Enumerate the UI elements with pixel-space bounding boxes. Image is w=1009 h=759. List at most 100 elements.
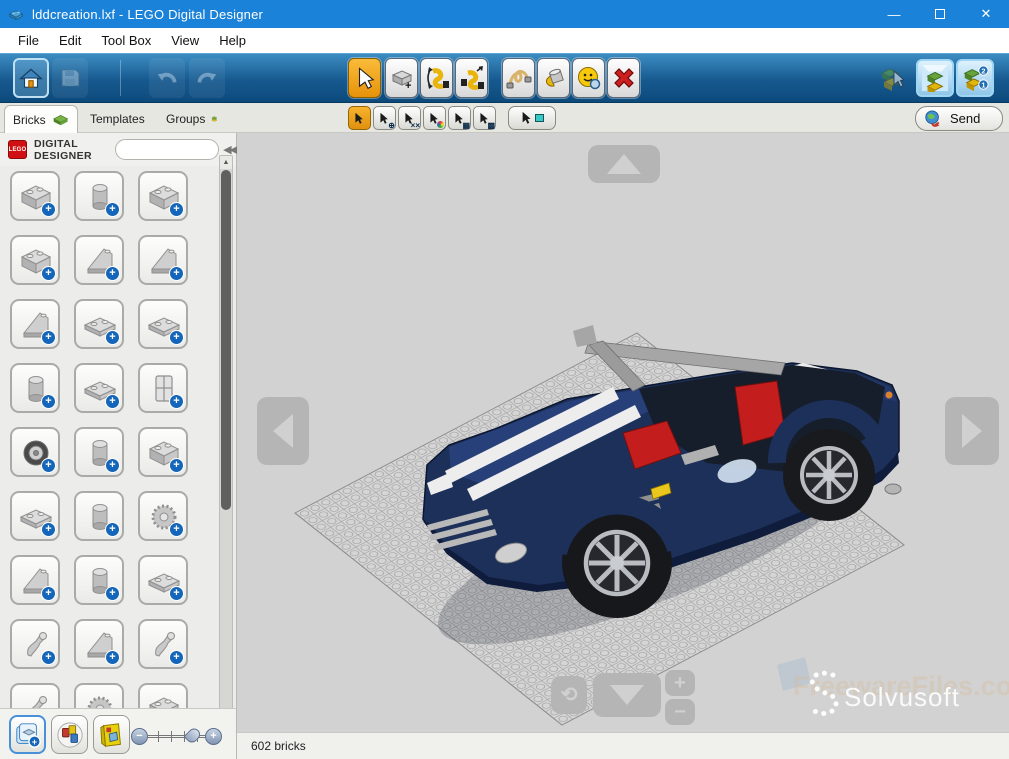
palette-small-plate[interactable]: + (74, 363, 124, 413)
add-brick-badge: + (105, 330, 120, 345)
pan-right-button[interactable] (945, 397, 999, 465)
add-brick-badge: + (41, 586, 56, 601)
palette-scrollbar[interactable]: ▲ ▼ (219, 155, 233, 727)
hide-tool-button[interactable] (572, 58, 605, 98)
palette-wrench-tool[interactable]: + (10, 619, 60, 669)
palette-wheel-tire[interactable]: + (10, 427, 60, 477)
color-select-button[interactable] (423, 106, 446, 130)
palette-headlight-brick[interactable]: + (138, 171, 188, 221)
icon-size-slider[interactable]: − + (131, 727, 227, 747)
brick-search-input[interactable] (115, 139, 219, 160)
shape-select-button[interactable]: ▦ (448, 106, 471, 130)
delete-tool-button[interactable] (607, 58, 640, 98)
palette-box-button[interactable] (93, 715, 130, 754)
palette-slope-brick-2x2[interactable]: + (74, 235, 124, 285)
palette-technic-liftarm[interactable]: + (10, 491, 60, 541)
up-arrow-icon (607, 154, 641, 174)
rotate-view-button[interactable]: ⟲ (551, 676, 587, 714)
palette-box-icon (98, 721, 126, 749)
add-brick-badge: + (41, 266, 56, 281)
palette-technic-beam[interactable]: + (138, 427, 188, 477)
home-icon (18, 65, 44, 91)
brick-filter-select-button[interactable] (508, 106, 556, 130)
hinge-align-tool-button[interactable] (455, 58, 488, 98)
palette-mudguard[interactable]: + (74, 619, 124, 669)
palette-mirror-round[interactable]: + (138, 619, 188, 669)
palette-robot-arm[interactable]: + (10, 683, 60, 708)
multi-select-button[interactable]: ×× (398, 106, 421, 130)
paint-tool-button[interactable] (537, 58, 570, 98)
select-tool-button[interactable] (348, 58, 381, 98)
build-mode-button[interactable] (872, 59, 910, 97)
minimize-button[interactable]: — (871, 0, 917, 28)
menu-file[interactable]: File (8, 30, 49, 51)
palette-curved-slope[interactable]: + (10, 299, 60, 349)
tab-templates[interactable]: Templates (82, 105, 156, 133)
palette-door-frame[interactable]: + (138, 363, 188, 413)
connected-select-button[interactable]: ⊕ (373, 106, 396, 130)
app-icon (8, 7, 24, 21)
scroll-up-arrow[interactable]: ▲ (220, 156, 232, 169)
palette-axle-pin[interactable]: + (74, 491, 124, 541)
zoom-in-button[interactable]: + (665, 670, 695, 696)
pan-left-button[interactable] (257, 397, 309, 465)
add-brick-badge: + (41, 650, 56, 665)
palette-train-track[interactable]: + (138, 683, 188, 708)
tab-bricks[interactable]: Bricks (4, 105, 78, 133)
building-guide-mode-button[interactable]: 2 1 (956, 59, 994, 97)
build-mode-icon (876, 63, 906, 93)
slider-thumb[interactable] (183, 726, 202, 745)
pan-down-button[interactable] (593, 673, 661, 717)
slider-track[interactable] (147, 735, 213, 738)
palette-curved-half-brick[interactable]: + (10, 363, 60, 413)
clone-tool-button[interactable]: + (385, 58, 418, 98)
palette-wedge-slope[interactable]: + (138, 235, 188, 285)
palette-brick-round-2x2[interactable]: + (74, 171, 124, 221)
pan-up-button[interactable] (588, 145, 660, 183)
save-button[interactable] (52, 58, 88, 98)
menu-tool-box[interactable]: Tool Box (91, 30, 161, 51)
paint-bucket-icon (541, 65, 567, 91)
plus-icon: + (674, 673, 686, 693)
app-window: lddcreation.lxf - LEGO Digital Designer … (0, 0, 1009, 759)
main-toolbar: + (0, 53, 1009, 103)
zoom-out-button[interactable]: − (665, 699, 695, 725)
palette-bricks-button[interactable]: + (9, 715, 46, 754)
menu-view[interactable]: View (161, 30, 209, 51)
svg-text:+: + (31, 736, 37, 746)
left-arrow-icon (273, 414, 293, 448)
palette-road-baseplate[interactable]: + (138, 555, 188, 605)
send-label: Send (950, 111, 980, 126)
close-button[interactable]: ✕ (963, 0, 1009, 28)
shape-color-select-button[interactable]: ▩ (473, 106, 496, 130)
palette-brick-2x3[interactable]: + (10, 171, 60, 221)
palette-wedge-plate[interactable]: + (138, 299, 188, 349)
undo-button[interactable] (149, 58, 185, 98)
palette-plate-2x2[interactable]: + (74, 299, 124, 349)
palette-ship-wheel[interactable]: + (74, 683, 124, 708)
palette-motor-cylinder[interactable]: + (74, 427, 124, 477)
send-button[interactable]: Send (915, 106, 1003, 131)
single-select-button[interactable] (348, 106, 371, 130)
palette-technic-brick-1x4[interactable]: + (10, 235, 60, 285)
menu-help[interactable]: Help (209, 30, 256, 51)
rotate-icon: ⟲ (561, 685, 578, 705)
home-button[interactable] (13, 58, 49, 98)
scrollbar-thumb[interactable] (221, 170, 231, 510)
flex-tool-button[interactable] (502, 58, 535, 98)
redo-button[interactable] (189, 58, 225, 98)
palette-tube[interactable]: + (74, 555, 124, 605)
hinge-tool-button[interactable] (420, 58, 453, 98)
menu-edit[interactable]: Edit (49, 30, 91, 51)
palette-colors-button[interactable] (51, 715, 88, 754)
tab-groups[interactable]: Groups (158, 105, 226, 133)
3d-viewport[interactable]: FreewareFiles.com Solvusoft ⟲ + − (237, 133, 1009, 732)
slider-minus-button[interactable]: − (131, 728, 148, 745)
palette-gear-wheels[interactable]: + (138, 491, 188, 541)
slider-plus-button[interactable]: + (205, 728, 222, 745)
view-mode-button[interactable] (916, 59, 954, 97)
palette-vehicle-roof[interactable]: + (10, 555, 60, 605)
maximize-button[interactable] (917, 0, 963, 28)
lego-model-scene: FreewareFiles.com Solvusoft (237, 133, 1009, 732)
down-arrow-icon (610, 685, 644, 705)
